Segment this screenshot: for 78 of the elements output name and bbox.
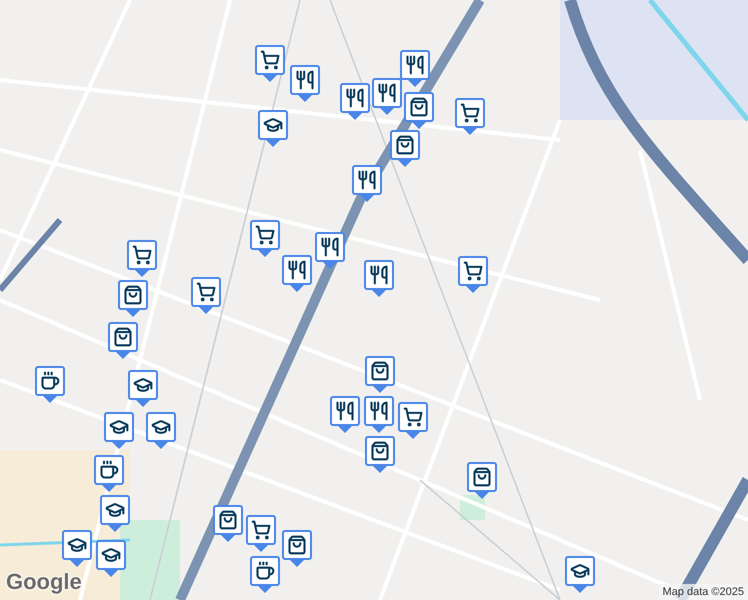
map-pin[interactable] bbox=[315, 232, 345, 269]
map-pin[interactable] bbox=[398, 402, 428, 439]
fork-knife-icon bbox=[377, 83, 397, 103]
map-pin[interactable] bbox=[118, 280, 148, 317]
cup-icon bbox=[40, 371, 60, 391]
map-pin[interactable] bbox=[290, 65, 320, 102]
graduation-cap-icon bbox=[67, 535, 87, 555]
map-pin[interactable] bbox=[108, 322, 138, 359]
cart-icon bbox=[196, 282, 216, 302]
graduation-cap-icon bbox=[101, 545, 121, 565]
cart-icon bbox=[260, 50, 280, 70]
map-pin[interactable] bbox=[96, 540, 126, 577]
fork-knife-icon bbox=[287, 260, 307, 280]
cart-icon bbox=[255, 225, 275, 245]
fork-knife-icon bbox=[295, 70, 315, 90]
map-pin[interactable] bbox=[35, 366, 65, 403]
shopping-bag-icon bbox=[409, 97, 429, 117]
map-pin[interactable] bbox=[146, 412, 176, 449]
fork-knife-icon bbox=[405, 55, 425, 75]
map-pin[interactable] bbox=[364, 260, 394, 297]
map-pin[interactable] bbox=[191, 277, 221, 314]
shopping-bag-icon bbox=[123, 285, 143, 305]
map-pin[interactable] bbox=[250, 220, 280, 257]
fork-knife-icon bbox=[357, 170, 377, 190]
map-pin[interactable] bbox=[467, 462, 497, 499]
graduation-cap-icon bbox=[570, 561, 590, 581]
shopping-bag-icon bbox=[395, 135, 415, 155]
map-pin[interactable] bbox=[282, 255, 312, 292]
map-pin[interactable] bbox=[213, 505, 243, 542]
map-pin[interactable] bbox=[365, 436, 395, 473]
fork-knife-icon bbox=[369, 401, 389, 421]
graduation-cap-icon bbox=[105, 500, 125, 520]
map-data-attribution: Map data ©2025 bbox=[658, 584, 748, 600]
map-pin[interactable] bbox=[364, 396, 394, 433]
map-pin[interactable] bbox=[282, 530, 312, 567]
map-pin[interactable] bbox=[100, 495, 130, 532]
map-pin[interactable] bbox=[94, 455, 124, 492]
map-pin[interactable] bbox=[246, 515, 276, 552]
graduation-cap-icon bbox=[133, 375, 153, 395]
shopping-bag-icon bbox=[370, 361, 390, 381]
fork-knife-icon bbox=[335, 401, 355, 421]
fork-knife-icon bbox=[345, 88, 365, 108]
map-pin[interactable] bbox=[404, 92, 434, 129]
map-pin[interactable] bbox=[250, 556, 280, 593]
shopping-bag-icon bbox=[113, 327, 133, 347]
map-pin[interactable] bbox=[390, 130, 420, 167]
map-pin[interactable] bbox=[255, 45, 285, 82]
map-pin[interactable] bbox=[104, 412, 134, 449]
graduation-cap-icon bbox=[263, 115, 283, 135]
map-pin[interactable] bbox=[458, 256, 488, 293]
map-pin[interactable] bbox=[365, 356, 395, 393]
map-pin[interactable] bbox=[565, 556, 595, 593]
cart-icon bbox=[403, 407, 423, 427]
cart-icon bbox=[251, 520, 271, 540]
shopping-bag-icon bbox=[218, 510, 238, 530]
shopping-bag-icon bbox=[370, 441, 390, 461]
map-pin[interactable] bbox=[455, 98, 485, 135]
map-pin[interactable] bbox=[62, 530, 92, 567]
graduation-cap-icon bbox=[109, 417, 129, 437]
cup-icon bbox=[99, 460, 119, 480]
cup-icon bbox=[255, 561, 275, 581]
cart-icon bbox=[460, 103, 480, 123]
map-pin[interactable] bbox=[340, 83, 370, 120]
map-pin[interactable] bbox=[127, 240, 157, 277]
map-pin[interactable] bbox=[258, 110, 288, 147]
shopping-bag-icon bbox=[472, 467, 492, 487]
map-pin[interactable] bbox=[330, 396, 360, 433]
map-pin[interactable] bbox=[400, 50, 430, 87]
fork-knife-icon bbox=[320, 237, 340, 257]
map-pin[interactable] bbox=[372, 78, 402, 115]
cart-icon bbox=[132, 245, 152, 265]
fork-knife-icon bbox=[369, 265, 389, 285]
shopping-bag-icon bbox=[287, 535, 307, 555]
graduation-cap-icon bbox=[151, 417, 171, 437]
google-logo: Google bbox=[6, 568, 82, 596]
map-pin[interactable] bbox=[352, 165, 382, 202]
cart-icon bbox=[463, 261, 483, 281]
map-pin[interactable] bbox=[128, 370, 158, 407]
